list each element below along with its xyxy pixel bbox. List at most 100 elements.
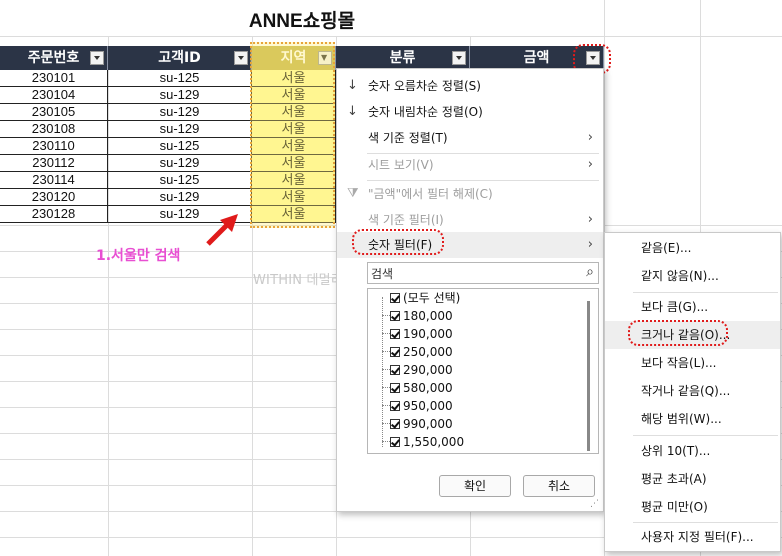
- order-no-cell[interactable]: 230120: [0, 189, 108, 206]
- filter-dropdown-icon[interactable]: [452, 51, 466, 65]
- checkbox-checked-icon[interactable]: [390, 293, 400, 303]
- header-label: 주문번호: [27, 50, 80, 66]
- submenu-item-less-than[interactable]: 보다 작음(L)...: [605, 349, 780, 377]
- list-item[interactable]: 990,000: [390, 415, 453, 433]
- sheet-title: ANNE쇼핑몰: [248, 11, 356, 32]
- tree-line: [382, 315, 390, 316]
- order-no-cell[interactable]: 230104: [0, 87, 108, 104]
- order-no-cell[interactable]: 230110: [0, 138, 108, 155]
- filter-dropdown-icon[interactable]: [90, 51, 104, 65]
- checkbox-checked-icon[interactable]: [390, 419, 400, 429]
- customer-id-cell[interactable]: su-129: [108, 121, 252, 138]
- filter-dropdown-icon[interactable]: [234, 51, 248, 65]
- submenu-item-label: 상위 10(T)...: [641, 444, 711, 458]
- submenu-item-label: 사용자 지정 필터(F)...: [641, 530, 754, 544]
- gridline: [0, 36, 782, 37]
- filter-dropdown-menu: ↓ 숫자 오름차순 정렬(S) ↓ 숫자 내림차순 정렬(O) 색 기준 정렬(…: [336, 68, 604, 512]
- menu-item-sort-ascending[interactable]: ↓ 숫자 오름차순 정렬(S): [337, 73, 603, 99]
- header-customer-id[interactable]: 고객ID: [108, 46, 252, 70]
- submenu-item-label: 같지 않음(N)...: [641, 269, 719, 283]
- checkbox-checked-icon[interactable]: [390, 311, 400, 321]
- order-no-cell[interactable]: 230108: [0, 121, 108, 138]
- order-no-cell[interactable]: 230101: [0, 70, 108, 87]
- list-item-label: 180,000: [403, 309, 453, 323]
- checkbox-checked-icon[interactable]: [390, 347, 400, 357]
- search-placeholder: 검색: [371, 267, 394, 281]
- list-item[interactable]: 180,000: [390, 307, 453, 325]
- select-all-checkbox[interactable]: (모두 선택): [390, 289, 460, 307]
- menu-item-sort-descending[interactable]: ↓ 숫자 내림차순 정렬(O): [337, 99, 603, 125]
- red-arrow-icon: [206, 214, 238, 246]
- chevron-right-icon: ›: [587, 157, 593, 172]
- customer-id-cell[interactable]: su-129: [108, 155, 252, 172]
- submenu-item-greater-than[interactable]: 보다 큼(G)...: [605, 293, 780, 321]
- list-item[interactable]: 950,000: [390, 397, 453, 415]
- list-item-label: 580,000: [403, 381, 453, 395]
- submenu-item-above-average[interactable]: 평균 초과(A): [605, 465, 780, 493]
- list-item[interactable]: 580,000: [390, 379, 453, 397]
- customer-id-cell[interactable]: su-129: [108, 87, 252, 104]
- submenu-item-equals[interactable]: 같음(E)...: [605, 234, 780, 262]
- checkbox-checked-icon[interactable]: [390, 365, 400, 375]
- order-no-cell[interactable]: 230128: [0, 206, 108, 223]
- menu-item-sort-by-color[interactable]: 색 기준 정렬(T) ›: [337, 125, 603, 151]
- title-row: ANNE쇼핑몰: [0, 0, 604, 36]
- greater-or-equal-highlight: [628, 320, 728, 346]
- cancel-button[interactable]: 취소: [523, 475, 595, 497]
- header-category[interactable]: 분류: [336, 46, 470, 70]
- submenu-separator: [633, 435, 778, 436]
- submenu-item-less-or-equal[interactable]: 작거나 같음(Q)...: [605, 377, 780, 405]
- number-filter-submenu: 같음(E)... 같지 않음(N)... 보다 큼(G)... 크거나 같음(O…: [604, 232, 781, 552]
- submenu-item-not-equal[interactable]: 같지 않음(N)...: [605, 262, 780, 290]
- order-no-cell[interactable]: 230112: [0, 155, 108, 172]
- chevron-right-icon: ›: [587, 212, 593, 227]
- checkbox-checked-icon[interactable]: [390, 329, 400, 339]
- list-item[interactable]: 1,550,000: [390, 433, 464, 451]
- header-label: 분류: [389, 50, 416, 66]
- order-no-cell[interactable]: 230105: [0, 104, 108, 121]
- customer-id-cell[interactable]: su-125: [108, 138, 252, 155]
- ok-button[interactable]: 확인: [439, 475, 511, 497]
- submenu-item-below-average[interactable]: 평균 미만(O): [605, 493, 780, 521]
- header-label: 고객ID: [158, 50, 201, 66]
- filter-value-list[interactable]: (모두 선택) 180,000 190,000 250,000 290,000 …: [367, 288, 599, 454]
- list-item-label: 190,000: [403, 327, 453, 341]
- submenu-item-top-10[interactable]: 상위 10(T)...: [605, 437, 780, 465]
- customer-id-cell[interactable]: su-125: [108, 172, 252, 189]
- submenu-item-custom-filter[interactable]: 사용자 지정 필터(F)...: [605, 523, 780, 551]
- customer-id-cell[interactable]: su-129: [108, 189, 252, 206]
- annotation-text: 1.서울만 검색: [96, 248, 181, 264]
- submenu-item-label: 보다 큼(G)...: [641, 300, 709, 314]
- list-scrollbar[interactable]: [587, 301, 590, 451]
- list-item[interactable]: 290,000: [390, 361, 453, 379]
- submenu-item-label: 평균 초과(A): [641, 472, 707, 486]
- header-order-no[interactable]: 주문번호: [0, 46, 108, 70]
- sort-ascending-icon: ↓: [347, 78, 358, 93]
- chevron-right-icon: ›: [587, 130, 593, 145]
- list-item[interactable]: 190,000: [390, 325, 453, 343]
- filter-search-input[interactable]: 검색 ⌕: [367, 262, 599, 284]
- checkbox-checked-icon[interactable]: [390, 383, 400, 393]
- submenu-item-label: 작거나 같음(Q)...: [641, 384, 731, 398]
- tree-line: [382, 333, 390, 334]
- submenu-item-between[interactable]: 해당 범위(W)...: [605, 405, 780, 433]
- menu-item-sheet-view: 시트 보기(V) ›: [337, 152, 603, 178]
- customer-id-cell[interactable]: su-129: [108, 104, 252, 121]
- tree-line: [382, 369, 390, 370]
- number-filter-highlight: [352, 229, 444, 255]
- tree-line: [382, 423, 390, 424]
- list-item[interactable]: 250,000: [390, 343, 453, 361]
- checkbox-checked-icon[interactable]: [390, 401, 400, 411]
- checkbox-checked-icon[interactable]: [390, 437, 400, 447]
- customer-id-cell[interactable]: su-125: [108, 70, 252, 87]
- resize-grip-icon[interactable]: ⋰: [590, 499, 599, 509]
- sort-descending-icon: ↓: [347, 104, 358, 119]
- list-item-label: 290,000: [403, 363, 453, 377]
- order-no-cell[interactable]: 230114: [0, 172, 108, 189]
- list-item-label: (모두 선택): [403, 291, 461, 305]
- list-item-label: 950,000: [403, 399, 453, 413]
- region-column-highlight: [250, 42, 335, 228]
- tree-line: [382, 351, 390, 352]
- list-item-label: 990,000: [403, 417, 453, 431]
- menu-item-label: 숫자 내림차순 정렬(O): [368, 105, 483, 119]
